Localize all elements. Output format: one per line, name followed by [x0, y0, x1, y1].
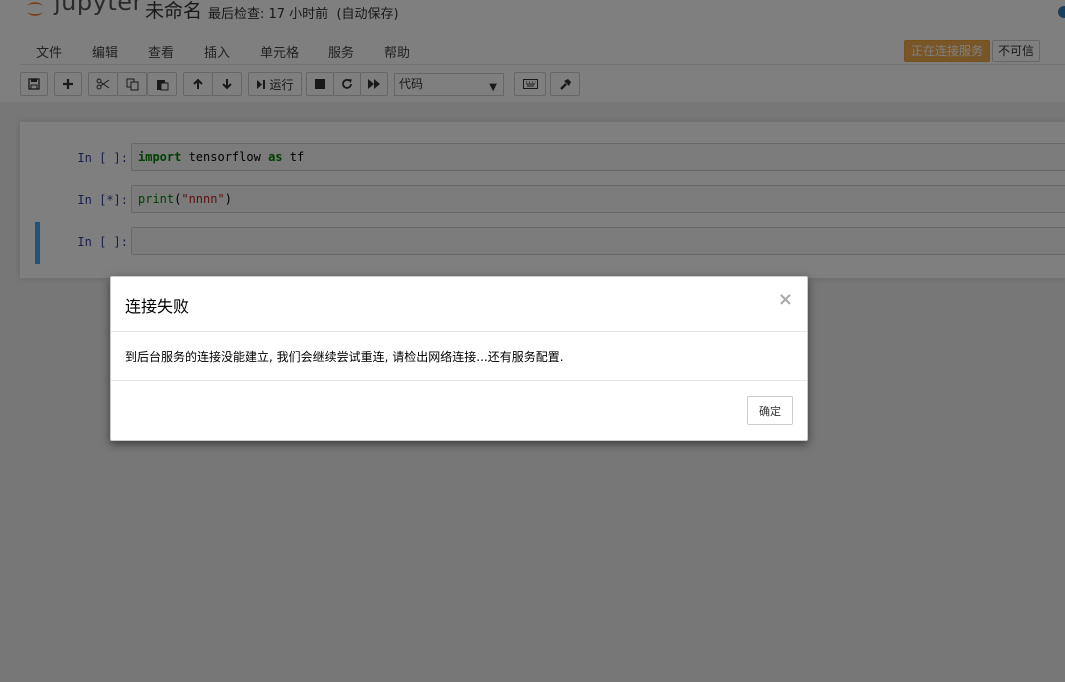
modal-header: 连接失败 ×: [111, 277, 807, 332]
modal-footer: 确定: [111, 381, 807, 441]
close-icon[interactable]: ×: [778, 289, 793, 310]
modal-message: 到后台服务的连接没能建立, 我们会继续尝试重连, 请检出网络连接...还有服务配…: [125, 350, 564, 364]
ok-button[interactable]: 确定: [747, 396, 793, 425]
connection-failed-dialog: 连接失败 × 到后台服务的连接没能建立, 我们会继续尝试重连, 请检出网络连接.…: [110, 276, 808, 441]
modal-title: 连接失败: [125, 297, 190, 316]
modal-body: 到后台服务的连接没能建立, 我们会继续尝试重连, 请检出网络连接...还有服务配…: [111, 332, 807, 381]
